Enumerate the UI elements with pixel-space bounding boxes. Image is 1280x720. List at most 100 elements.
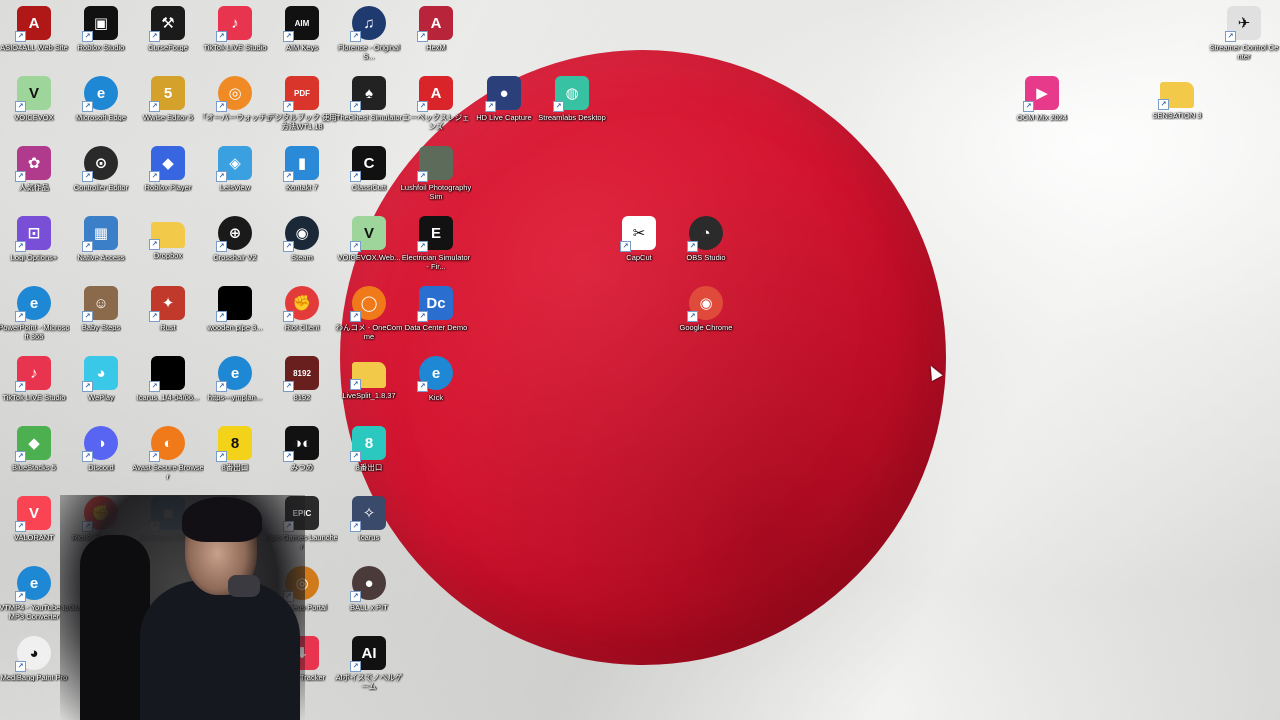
exit8-icon: 8 ↗ [216, 426, 252, 462]
webcam-person-hair [182, 497, 262, 542]
desktop-icon[interactable]: ✿ ↗ 人気作品 [0, 142, 68, 210]
shortcut-arrow-icon: ↗ [149, 31, 160, 42]
desktop-icon[interactable]: V ↗ VOICEVOX [0, 72, 68, 140]
desktop-icon[interactable]: V ↗ VOICEVOX.Web... [335, 212, 403, 280]
shortcut-arrow-icon: ↗ [15, 241, 26, 252]
desktop-icon[interactable]: e ↗ Kick [402, 352, 470, 420]
desktop-icon[interactable]: e ↗ VTMP4 - YouTube to MP3 Converter [0, 562, 69, 630]
desktop-icon[interactable]: ◑ ↗ Discord [67, 422, 135, 490]
desktop-icon-label: WePlay [88, 393, 114, 402]
desktop-icon[interactable]: ♪ ↗ TikTok LIVE Studio [0, 352, 68, 420]
desktop-icon[interactable]: ◆ ↗ Roblox Player [134, 142, 202, 210]
desktop-icon-label: TikTok LIVE Studio [203, 43, 267, 52]
desktop-icon[interactable]: ◐ ↗ Avast Secure Browser [132, 422, 204, 490]
desktop-icon[interactable]: C ↗ ClassiCutt [335, 142, 403, 210]
desktop-icon-label: ClassiCutt [351, 183, 387, 192]
desktop-icon-label: Kick [428, 393, 444, 402]
desktop-icon[interactable]: e ↗ https---ymplan... [201, 352, 269, 420]
desktop-icon[interactable]: ↗ SENSATION 3 [1143, 72, 1211, 140]
desktop-icon[interactable]: ◉ ↗ Steam [268, 212, 336, 280]
desktop-icon-label: Rust [160, 323, 176, 332]
desktop-icon[interactable]: ▶ ↗ OCM Mix 2024 [1008, 72, 1076, 140]
shortcut-arrow-icon: ↗ [283, 171, 294, 182]
desktop-icon[interactable]: ⚒ ↗ CurseForge [134, 2, 202, 70]
desktop-icon[interactable]: ◕ ↗ MediBang Paint Pro [0, 632, 68, 700]
desktop-icon[interactable]: ✦ ↗ Rust [134, 282, 202, 350]
shortcut-arrow-icon: ↗ [15, 591, 26, 602]
desktop-icon[interactable]: ◯ ↗ わんコメ - OneComme [335, 282, 403, 350]
desktop-icon[interactable]: 8 ↗ 8番出口 [335, 422, 403, 490]
desktop-icon[interactable]: ◈ ↗ LetsView [201, 142, 269, 210]
desktop-icon[interactable]: ● ↗ BALL x PIT [335, 562, 403, 630]
desktop-icon-label: Microsoft Edge [75, 113, 127, 122]
shortcut-arrow-icon: ↗ [216, 171, 227, 182]
desktop-icon[interactable]: ✂ ↗ CapCut [605, 212, 673, 280]
desktop-icon[interactable]: ✧ ↗ Icarus [335, 492, 403, 560]
desktop-icon[interactable]: A ↗ HexM [402, 2, 470, 70]
desktop-icon[interactable]: AI ↗ AIボイスでノベルゲーム [335, 632, 403, 700]
desktop-icon[interactable]: e ↗ Microsoft Edge [67, 72, 135, 140]
desktop-icon-label: SENSATION 3 [1152, 111, 1202, 120]
desktop-icon[interactable]: e ↗ PowerPoint - Microsoft 365 [0, 282, 70, 350]
desktop-icon-label: ASIO4ALL Web Site [0, 43, 68, 52]
voicevox-icon: V ↗ [15, 76, 51, 112]
desktop-icon[interactable]: ♫ ↗ Florence - Original S... [335, 2, 403, 70]
desktop-icon[interactable]: AIM ↗ AIM Keys [268, 2, 336, 70]
edge-icon: e ↗ [216, 356, 252, 392]
shortcut-arrow-icon: ↗ [417, 311, 428, 322]
aim-keys-icon: AIM ↗ [283, 6, 319, 42]
desktop-icon[interactable]: ▮ ↗ Kontakt 7 [268, 142, 336, 210]
rust-icon: ✦ ↗ [149, 286, 185, 322]
shortcut-arrow-icon: ↗ [82, 31, 93, 42]
desktop-icon[interactable]: ◑◐ ↗ みつめ [268, 422, 336, 490]
desktop-icon[interactable]: V ↗ VALORANT [0, 492, 68, 560]
shortcut-arrow-icon: ↗ [149, 239, 160, 250]
desktop-icon[interactable]: ↗ LiveSplit_1.8.37 [335, 352, 403, 420]
desktop-icon[interactable]: A ↗ エーペックスレジェンズ [402, 72, 470, 140]
desktop-icon-label: Baby Steps [81, 323, 121, 332]
desktop-icon[interactable]: ⊙ ↗ Controller Editor [67, 142, 135, 210]
desktop-icon[interactable]: ◉ ↗ Google Chrome [672, 282, 740, 350]
desktop-icon[interactable]: ↗ Lushfoil Photography Sim [400, 142, 472, 210]
shortcut-arrow-icon: ↗ [283, 31, 294, 42]
desktop-icon-label: OCM Mix 2024 [1016, 113, 1067, 122]
desktop-icon[interactable]: ✈ ↗ Streamer Control Center [1210, 2, 1278, 70]
desktop-icon[interactable]: ▣ ↗ Roblox Studio [67, 2, 135, 70]
desktop-icon[interactable]: Dc ↗ Data Center Demo [402, 282, 470, 350]
desktop-icon[interactable]: ↗ Icarus_1/4-04/06... [134, 352, 202, 420]
desktop-icon[interactable]: ⊕ ↗ Crosshair V2 [201, 212, 269, 280]
crosshair-icon: ⊕ ↗ [216, 216, 252, 252]
desktop-icon-label: Lushfoil Photography Sim [400, 183, 472, 201]
shortcut-arrow-icon: ↗ [350, 451, 361, 462]
desktop-icon[interactable]: 8 ↗ 8番出口 [201, 422, 269, 490]
desktop-icon[interactable]: ◎ ↗ 「オーバーウォッチ」 [199, 72, 271, 140]
tiktok-live-icon: ♪ ↗ [216, 6, 252, 42]
shortcut-arrow-icon: ↗ [15, 661, 26, 672]
desktop-icon-label: Discord [88, 463, 114, 472]
desktop-icon-label: 8192 [293, 393, 311, 402]
desktop-icon[interactable]: PDF ↗ デジタルブック 使用方法WT1.18 [267, 72, 337, 140]
desktop-icon[interactable]: ▦ ↗ Native Access [67, 212, 135, 280]
desktop-icon[interactable]: ◆ ↗ BlueStacks 5 [0, 422, 68, 490]
desktop-icon[interactable]: 8192 ↗ 8192 [268, 352, 336, 420]
desktop-icon[interactable]: ☺ ↗ Baby Steps [67, 282, 135, 350]
desktop-icon[interactable]: ◔ ↗ OBS Studio [672, 212, 740, 280]
desktop-icon[interactable]: ◕ ↗ WePlay [67, 352, 135, 420]
data-center-icon: Dc ↗ [417, 286, 453, 322]
desktop-icon[interactable]: ✊ ↗ Riot Client [268, 282, 336, 350]
voicevox-icon: V ↗ [350, 216, 386, 252]
app-icon: ✿ ↗ [15, 146, 51, 182]
desktop-icon[interactable]: A ↗ ASIO4ALL Web Site [0, 2, 68, 70]
desktop-icon[interactable]: ♪ ↗ TikTok LIVE Studio [201, 2, 269, 70]
desktop-icon[interactable]: ♠ ↗ TheChest Simulator [335, 72, 403, 140]
shortcut-arrow-icon: ↗ [15, 521, 26, 532]
desktop-icon[interactable]: ↗ wooden pipe 3... [201, 282, 269, 350]
desktop-icon[interactable]: E ↗ Electrician Simulator - Fir... [402, 212, 470, 280]
desktop-icon-label: Google Chrome [679, 323, 733, 332]
weplay-icon: ◕ ↗ [82, 356, 118, 392]
desktop-icon[interactable]: ⊡ ↗ Logi Options+ [0, 212, 68, 280]
desktop-icon[interactable]: ◍ ↗ Streamlabs Desktop [538, 72, 606, 140]
desktop-icon[interactable]: ↗ Dropbox [134, 212, 202, 280]
desktop-icon[interactable]: ● ↗ HD Live Capture [470, 72, 538, 140]
desktop-icon[interactable]: 5 ↗ Wwise Editor 5 [134, 72, 202, 140]
